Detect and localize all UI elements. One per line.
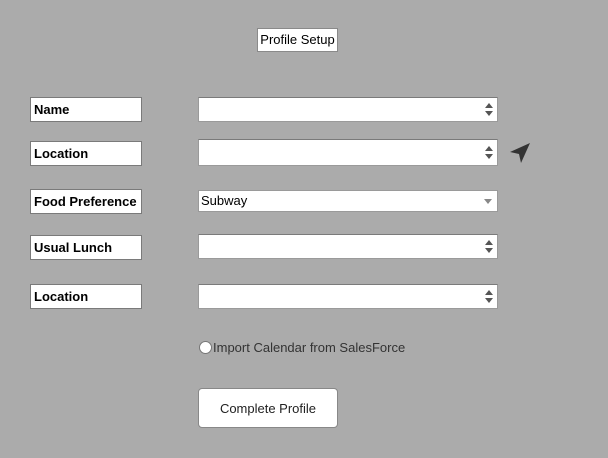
spinner-arrows-icon[interactable] [484, 102, 494, 118]
import-calendar-option[interactable]: Import Calendar from SalesForce [199, 339, 405, 355]
food-preference-selected: Subway [201, 193, 248, 208]
import-calendar-label: Import Calendar from SalesForce [213, 339, 406, 355]
food-preference-label: Food Preference [30, 189, 142, 214]
usual-lunch-label: Usual Lunch [30, 235, 142, 260]
location-input[interactable] [198, 139, 498, 166]
spinner-arrows-icon[interactable] [484, 145, 494, 161]
location-label: Location [30, 141, 142, 166]
import-calendar-radio[interactable] [199, 340, 212, 354]
food-preference-select[interactable]: Subway [198, 190, 498, 212]
spinner-arrows-icon[interactable] [484, 289, 494, 305]
chevron-down-icon[interactable] [479, 191, 497, 211]
name-input[interactable] [198, 97, 498, 122]
complete-profile-button[interactable]: Complete Profile [198, 388, 338, 428]
usual-lunch-input[interactable] [198, 234, 498, 259]
page-title: Profile Setup [257, 28, 338, 52]
location2-label: Location [30, 284, 142, 309]
name-label: Name [30, 97, 142, 122]
spinner-arrows-icon[interactable] [484, 239, 494, 255]
location2-input[interactable] [198, 284, 498, 309]
navigation-arrow-icon[interactable] [508, 141, 532, 165]
